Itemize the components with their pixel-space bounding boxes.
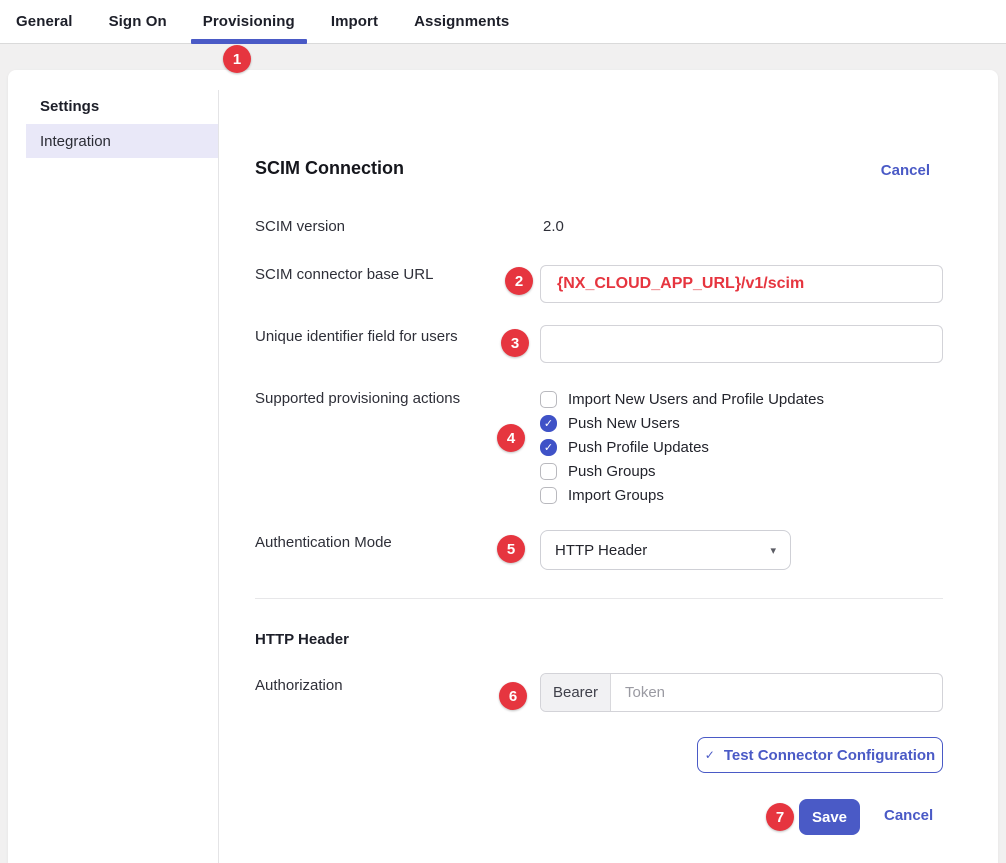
cancel-button[interactable]: Cancel [884,807,933,824]
checkbox-push-groups[interactable] [540,463,557,480]
sidebar-item-integration[interactable]: Integration [26,124,218,158]
annotation-badge-7: 7 [766,803,794,831]
check-icon: ✓ [705,748,715,762]
unique-id-label: Unique identifier field for users [255,327,458,347]
sidebar-item-label: Integration [40,133,111,150]
checkbox-push-new-users[interactable] [540,415,557,432]
provisioning-actions-list: Import New Users and Profile Updates Pus… [540,387,824,507]
main-panel: Settings Integration SCIM Connection Can… [8,70,998,863]
scim-connection-form: SCIM Connection Cancel SCIM version 2.0 … [255,70,943,863]
annotation-badge-5: 5 [497,535,525,563]
test-connector-label: Test Connector Configuration [724,747,935,764]
tab-provisioning[interactable]: Provisioning [191,0,307,43]
checkbox-row-import-groups[interactable]: Import Groups [540,483,824,507]
checkbox-row-push-new-users[interactable]: Push New Users [540,411,824,435]
test-connector-button[interactable]: ✓ Test Connector Configuration [697,737,943,773]
page-title: SCIM Connection [255,158,404,179]
unique-id-input[interactable] [540,325,943,363]
save-button[interactable]: Save [799,799,860,835]
checkbox-row-push-groups[interactable]: Push Groups [540,459,824,483]
checkbox-row-push-profile-updates[interactable]: Push Profile Updates [540,435,824,459]
annotation-badge-2: 2 [505,267,533,295]
tab-assignments[interactable]: Assignments [402,0,521,43]
authorization-input-group: Bearer [540,673,943,712]
sidebar-divider [218,90,219,863]
checkbox-label: Import New Users and Profile Updates [568,391,824,408]
checkbox-label: Import Groups [568,487,664,504]
checkbox-push-profile-updates[interactable] [540,439,557,456]
sidebar-header-settings: Settings [40,98,99,115]
token-input[interactable] [611,674,942,711]
scim-version-value: 2.0 [543,217,564,237]
annotation-badge-6: 6 [499,682,527,710]
provisioning-actions-label: Supported provisioning actions [255,389,460,409]
chevron-down-icon: ▾ [770,544,776,557]
tab-import[interactable]: Import [319,0,390,43]
base-url-label: SCIM connector base URL [255,265,433,285]
annotation-badge-1: 1 [223,45,251,73]
auth-mode-label: Authentication Mode [255,533,392,553]
checkbox-import-new-users[interactable] [540,391,557,408]
checkbox-label: Push New Users [568,415,680,432]
annotation-badge-4: 4 [497,424,525,452]
auth-mode-select[interactable]: HTTP Header ▾ [540,530,791,570]
base-url-input[interactable] [540,265,943,303]
auth-mode-value: HTTP Header [555,542,647,559]
section-divider [255,598,943,599]
http-header-section-title: HTTP Header [255,631,349,648]
checkbox-label: Push Groups [568,463,656,480]
cancel-link-top[interactable]: Cancel [881,162,930,179]
tab-general[interactable]: General [4,0,85,43]
authorization-label: Authorization [255,676,343,696]
app-tabbar: General Sign On Provisioning Import Assi… [0,0,1006,44]
checkbox-row-import-new-users[interactable]: Import New Users and Profile Updates [540,387,824,411]
checkbox-label: Push Profile Updates [568,439,709,456]
bearer-prefix: Bearer [541,674,611,711]
checkbox-import-groups[interactable] [540,487,557,504]
scim-version-label: SCIM version [255,217,345,237]
annotation-badge-3: 3 [501,329,529,357]
tab-sign-on[interactable]: Sign On [97,0,179,43]
